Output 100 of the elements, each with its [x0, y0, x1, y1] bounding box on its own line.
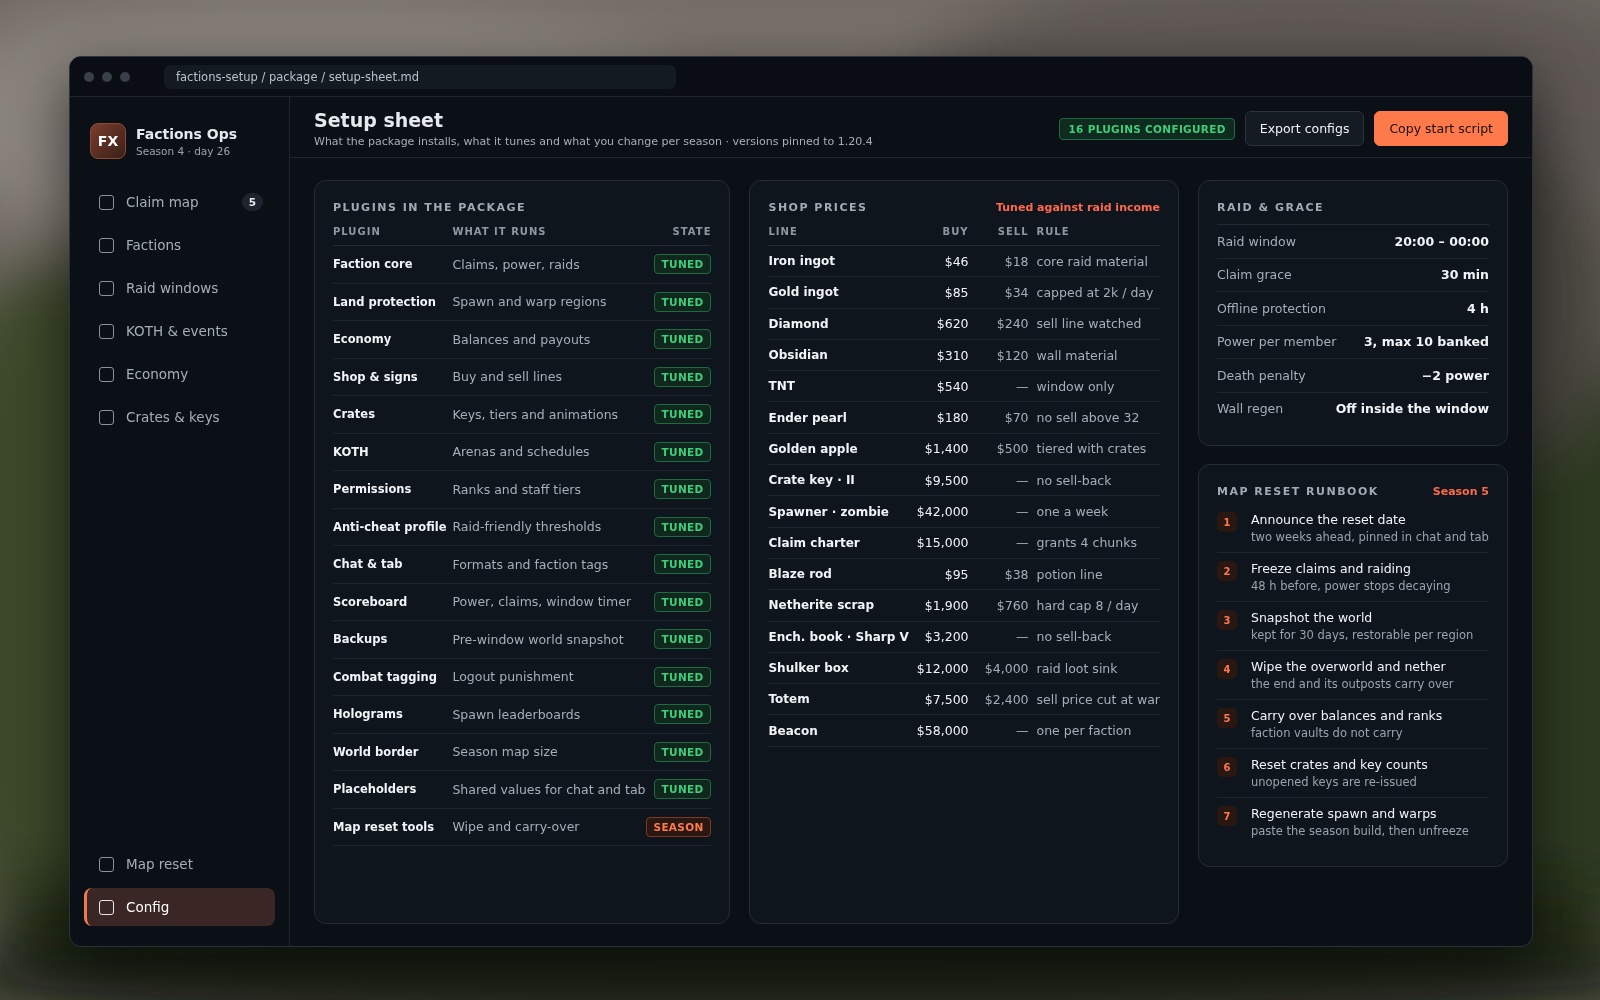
table-cell: Claims, power, raids — [446, 246, 646, 284]
table-cell: $240 — [968, 308, 1029, 340]
step-title: Regenerate spawn and warps — [1251, 806, 1438, 821]
table-cell: $3,200 — [908, 621, 969, 653]
column-header: SELL — [968, 220, 1029, 246]
state-tag: TUNED — [653, 441, 712, 462]
nav-item[interactable]: Crates & keys — [84, 398, 275, 436]
table-cell: $4,000 — [968, 652, 1029, 685]
nav-item[interactable]: Factions — [84, 226, 275, 264]
export-button[interactable]: Export configs — [1244, 111, 1365, 146]
nav-item[interactable]: Economy — [84, 355, 275, 393]
column-header: WHAT IT RUNS — [446, 220, 646, 246]
table-cell: Obsidian — [768, 339, 909, 372]
table-cell: wall material — [1028, 339, 1160, 372]
square-icon — [99, 194, 114, 210]
step-title: Announce the reset date — [1251, 512, 1407, 527]
step-title: Snapshot the world — [1251, 610, 1374, 625]
step-title: Reset crates and key counts — [1251, 757, 1428, 772]
table-cell: Shulker box — [768, 652, 909, 685]
app-name: Factions Ops — [136, 125, 238, 142]
card-title: PLUGINS IN THE PACKAGE — [333, 201, 527, 214]
state-tag: TUNED — [653, 554, 712, 575]
state-tag: SEASON — [645, 816, 712, 837]
setting-value: 30 min — [1441, 267, 1489, 283]
square-icon — [99, 366, 114, 382]
column-header: BUY — [908, 220, 969, 246]
table-cell: $1,900 — [908, 590, 969, 622]
table-cell: raid loot sink — [1028, 652, 1160, 685]
table-cell: $500 — [968, 433, 1029, 466]
table-cell: capped at 2k / day — [1028, 277, 1160, 309]
status-badge: 16 PLUGINS CONFIGURED — [1059, 117, 1235, 140]
step-number: 4 — [1217, 659, 1237, 679]
state-tag: TUNED — [653, 479, 712, 500]
window-control[interactable] — [102, 71, 112, 82]
table-cell: Ranks and staff tiers — [446, 471, 646, 509]
table-cell: Land protection — [333, 283, 447, 321]
table-cell: core raid material — [1028, 246, 1160, 278]
table-cell: Crates — [333, 396, 447, 434]
copy-button[interactable]: Copy start script — [1374, 111, 1508, 146]
nav-item[interactable]: Raid windows — [84, 269, 275, 307]
nav-item[interactable]: KOTH & events — [84, 312, 275, 350]
table-cell: Arenas and schedules — [446, 433, 646, 471]
state-tag: TUNED — [653, 741, 712, 762]
nav-item[interactable]: Config — [84, 888, 275, 926]
table-cell: Shared values for chat and tab — [446, 771, 646, 809]
table-cell: $95 — [908, 558, 969, 591]
setting-value: Off inside the window — [1335, 401, 1489, 417]
square-icon — [99, 856, 114, 872]
table-cell: Holograms — [333, 696, 447, 734]
table-cell: $760 — [968, 590, 1029, 622]
table-cell: Blaze rod — [768, 558, 909, 591]
card-note: Season 5 — [1432, 485, 1489, 498]
step-title: Wipe the overworld and nether — [1251, 659, 1447, 674]
step-detail: kept for 30 days, restorable per region — [1251, 628, 1474, 642]
table-cell: KOTH — [333, 433, 447, 471]
state-tag: TUNED — [653, 516, 712, 537]
table-cell: $58,000 — [908, 715, 969, 747]
page-title: Setup sheet — [314, 109, 445, 131]
table-cell: hard cap 8 / day — [1028, 590, 1160, 622]
setting-label: Raid window — [1217, 233, 1296, 249]
nav-item[interactable]: Map reset — [84, 845, 275, 883]
window-control[interactable] — [84, 71, 94, 82]
setting-label: Offline protection — [1217, 300, 1326, 316]
step-number: 6 — [1217, 757, 1237, 777]
table-cell: $70 — [968, 402, 1029, 434]
table-cell: Anti-cheat profile — [333, 508, 447, 546]
card-title: SHOP PRICES — [768, 201, 868, 214]
square-icon — [99, 409, 114, 425]
table-cell: Ench. book · Sharp V — [768, 621, 909, 653]
nav-item[interactable]: Claim map 5 — [84, 183, 275, 221]
step-detail: faction vaults do not carry — [1251, 726, 1404, 740]
state-tag: TUNED — [653, 291, 712, 312]
square-icon — [99, 280, 114, 296]
setting-label: Death penalty — [1217, 367, 1306, 383]
table-cell: $7,500 — [908, 684, 969, 716]
state-tag: TUNED — [653, 254, 712, 275]
address-bar[interactable]: factions-setup / package / setup-sheet.md — [164, 64, 676, 89]
table-cell: Keys, tiers and animations — [446, 396, 646, 434]
window-control[interactable] — [120, 71, 130, 82]
logo: FX — [90, 123, 126, 159]
step-number: 2 — [1217, 561, 1237, 581]
table-cell: Spawn leaderboards — [446, 696, 646, 734]
card-title: MAP RESET RUNBOOK — [1217, 485, 1379, 498]
count-badge: 5 — [241, 193, 263, 211]
table-cell: Diamond — [768, 308, 909, 340]
table-cell: Combat tagging — [333, 658, 447, 696]
table-cell: $180 — [908, 402, 969, 434]
table-cell: sell line watched — [1028, 308, 1160, 340]
table-cell: Power, claims, window timer — [446, 583, 646, 621]
table-cell: one per faction — [1028, 715, 1160, 747]
table-cell: $42,000 — [908, 496, 969, 528]
table-cell: Faction core — [333, 246, 447, 284]
state-tag: TUNED — [653, 629, 712, 650]
step-detail: two weeks ahead, pinned in chat and tab — [1251, 530, 1489, 544]
table-cell: $85 — [908, 277, 969, 309]
column-header: STATE — [645, 220, 712, 246]
table-cell: $120 — [968, 339, 1029, 372]
table-cell: Map reset tools — [333, 808, 447, 846]
step-title: Carry over balances and ranks — [1251, 708, 1443, 723]
table-cell: TNT — [768, 371, 909, 403]
